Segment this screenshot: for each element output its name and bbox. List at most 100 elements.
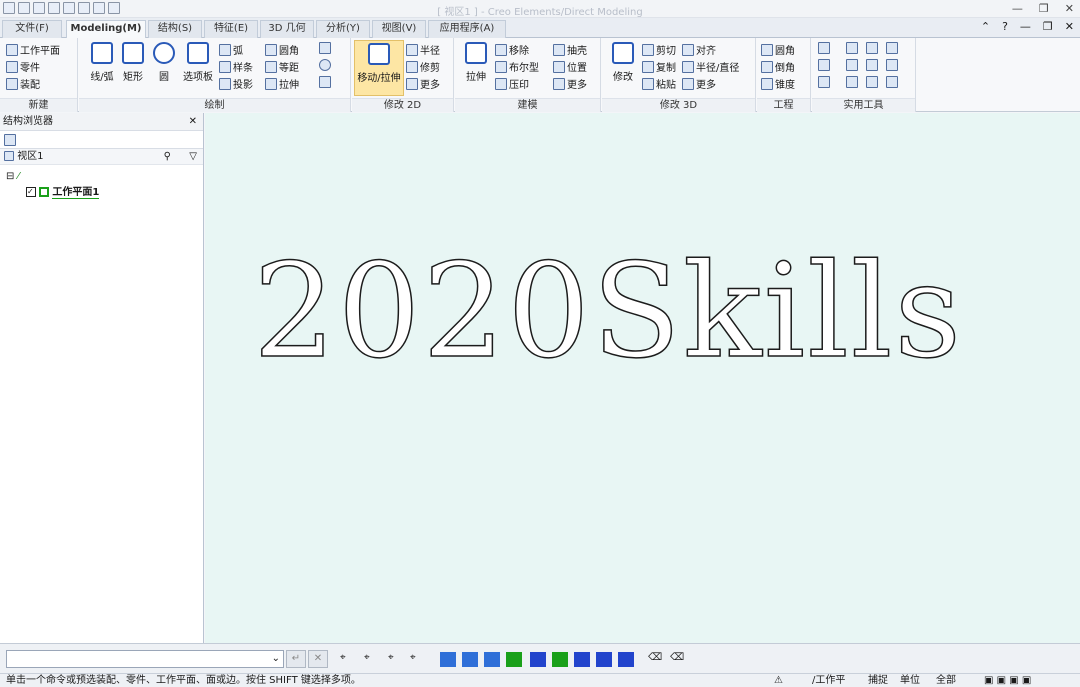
move-stretch-button[interactable]: 移动/拉伸: [354, 40, 404, 96]
utility-tools-button[interactable]: [866, 76, 878, 88]
arc-button[interactable]: 弧: [219, 42, 243, 57]
doc-minimize-icon[interactable]: —: [1020, 20, 1031, 33]
expand-icon[interactable]: ⊟: [6, 171, 14, 182]
utility-calculator-button[interactable]: [886, 76, 898, 88]
align-button[interactable]: 对齐: [682, 42, 716, 57]
utility-measure-button[interactable]: [818, 59, 830, 71]
filter-icon[interactable]: ▽: [189, 149, 197, 165]
rectangle-button[interactable]: 矩形: [119, 42, 147, 83]
utility-label-button[interactable]: [846, 76, 858, 88]
modify-3d-button[interactable]: 修改: [608, 42, 638, 83]
tab-file[interactable]: 文件(F): [2, 20, 62, 38]
draft-button[interactable]: 锥度: [761, 76, 795, 91]
spline-button[interactable]: 样条: [219, 59, 253, 74]
tree-row-workplane[interactable]: ✓ 工作平面1: [0, 185, 203, 201]
tab-modeling[interactable]: Modeling(M): [66, 20, 146, 39]
section5-icon[interactable]: [618, 652, 634, 667]
hidden-line-icon[interactable]: [484, 652, 500, 667]
utility-link-button[interactable]: [866, 59, 878, 71]
browser-view-label[interactable]: 视区1: [17, 151, 43, 162]
radius-diameter-button[interactable]: 半径/直径: [682, 59, 739, 74]
new-workplane-button[interactable]: 工作平面: [6, 42, 60, 57]
line-arc-button[interactable]: 线/弧: [85, 42, 119, 83]
circle-button[interactable]: 圆: [151, 42, 177, 83]
utility-table-button[interactable]: [846, 59, 858, 71]
tab-structure[interactable]: 结构(S): [148, 20, 202, 38]
stretch-button[interactable]: 拉伸: [265, 76, 299, 91]
status-all-select[interactable]: 全部: [936, 674, 956, 687]
utility-dimension-button[interactable]: [818, 42, 830, 54]
tree-root-row[interactable]: ⊟ ⁄: [0, 169, 203, 185]
construction-line-button[interactable]: [319, 42, 331, 54]
utility-image-button[interactable]: [886, 59, 898, 71]
command-input[interactable]: ⌄: [6, 650, 284, 668]
more-model-button[interactable]: 更多: [553, 76, 587, 91]
doc-restore-icon[interactable]: ❐: [1043, 20, 1053, 33]
cancel-button[interactable]: ✕: [308, 650, 328, 668]
view-top-icon[interactable]: ⌖: [410, 652, 426, 667]
construction-circle-button[interactable]: [319, 59, 331, 71]
view-front-icon[interactable]: ⌖: [340, 652, 356, 667]
view-side-icon[interactable]: ⌖: [388, 652, 404, 667]
status-snap[interactable]: 捕捉: [868, 674, 888, 687]
deselect-icon[interactable]: ⌫: [670, 652, 686, 667]
select-filter-icon[interactable]: ⌫: [648, 652, 664, 667]
binoculars-icon[interactable]: ⚲: [164, 149, 171, 165]
view-back-icon[interactable]: ⌖: [364, 652, 380, 667]
polygon-button[interactable]: 选项板: [179, 42, 217, 83]
position-button[interactable]: 位置: [553, 59, 587, 74]
fillet-2d-button[interactable]: 圆角: [265, 42, 299, 57]
status-workplane[interactable]: /工作平: [812, 674, 845, 687]
shaded-edges-icon[interactable]: [462, 652, 478, 667]
boolean-button[interactable]: 布尔型: [495, 59, 539, 74]
chevron-down-icon[interactable]: ⌄: [272, 653, 280, 664]
tree-icon[interactable]: [4, 134, 16, 146]
tab-3d-geometry[interactable]: 3D 几何: [260, 20, 314, 38]
section3-icon[interactable]: [574, 652, 590, 667]
wireframe-icon[interactable]: [506, 652, 522, 667]
extrude-button[interactable]: 拉伸: [461, 42, 491, 83]
shell-button[interactable]: 抽壳: [553, 42, 587, 57]
browser-close-icon[interactable]: ✕: [189, 113, 197, 131]
shaded-icon[interactable]: [440, 652, 456, 667]
remove-button[interactable]: 移除: [495, 42, 529, 57]
minimize-icon[interactable]: —: [1012, 2, 1023, 15]
more-3d-button[interactable]: 更多: [682, 76, 716, 91]
doc-close-icon[interactable]: ✕: [1065, 20, 1074, 33]
new-assembly-button[interactable]: 装配: [6, 76, 40, 91]
tab-applications[interactable]: 应用程序(A): [428, 20, 506, 38]
tab-view[interactable]: 视图(V): [372, 20, 426, 38]
fillet-3d-button[interactable]: 圆角: [761, 42, 795, 57]
section-icon[interactable]: [530, 652, 546, 667]
copy-button[interactable]: 复制: [642, 59, 676, 74]
section4-icon[interactable]: [596, 652, 612, 667]
offset-button[interactable]: 等距: [265, 59, 299, 74]
paste-button[interactable]: 粘贴: [642, 76, 676, 91]
section2-icon[interactable]: [552, 652, 568, 667]
chamfer-button[interactable]: 倒角: [761, 59, 795, 74]
more-2d-button[interactable]: 更多: [406, 76, 440, 91]
workplane-label[interactable]: 工作平面1: [52, 187, 100, 199]
cut-button[interactable]: 剪切: [642, 42, 676, 57]
utility-frame-button[interactable]: [886, 42, 898, 54]
enter-button[interactable]: ↵: [286, 650, 306, 668]
collapse-ribbon-icon[interactable]: ⌃: [981, 20, 990, 33]
status-unit[interactable]: 单位: [900, 674, 920, 687]
utility-select-button[interactable]: [846, 42, 858, 54]
radius-2d-button[interactable]: 半径: [406, 42, 440, 57]
visibility-checkbox[interactable]: ✓: [26, 187, 36, 197]
utility-graph-button[interactable]: [866, 42, 878, 54]
new-part-button[interactable]: 零件: [6, 59, 40, 74]
tab-analysis[interactable]: 分析(Y): [316, 20, 370, 38]
viewport-canvas[interactable]: 2020Skills: [205, 113, 1080, 643]
trim-button[interactable]: 修剪: [406, 59, 440, 74]
imprint-button[interactable]: 压印: [495, 76, 529, 91]
close-icon[interactable]: ✕: [1065, 2, 1074, 15]
utility-check-button[interactable]: [818, 76, 830, 88]
canvas-outline-text[interactable]: 2020Skills: [252, 231, 963, 391]
help-icon[interactable]: ?: [1002, 20, 1008, 33]
restore-icon[interactable]: ❐: [1039, 2, 1049, 15]
construction-misc-button[interactable]: [319, 76, 331, 88]
status-view-icons[interactable]: ▣ ▣ ▣ ▣: [984, 674, 1031, 687]
tab-features[interactable]: 特征(E): [204, 20, 258, 38]
